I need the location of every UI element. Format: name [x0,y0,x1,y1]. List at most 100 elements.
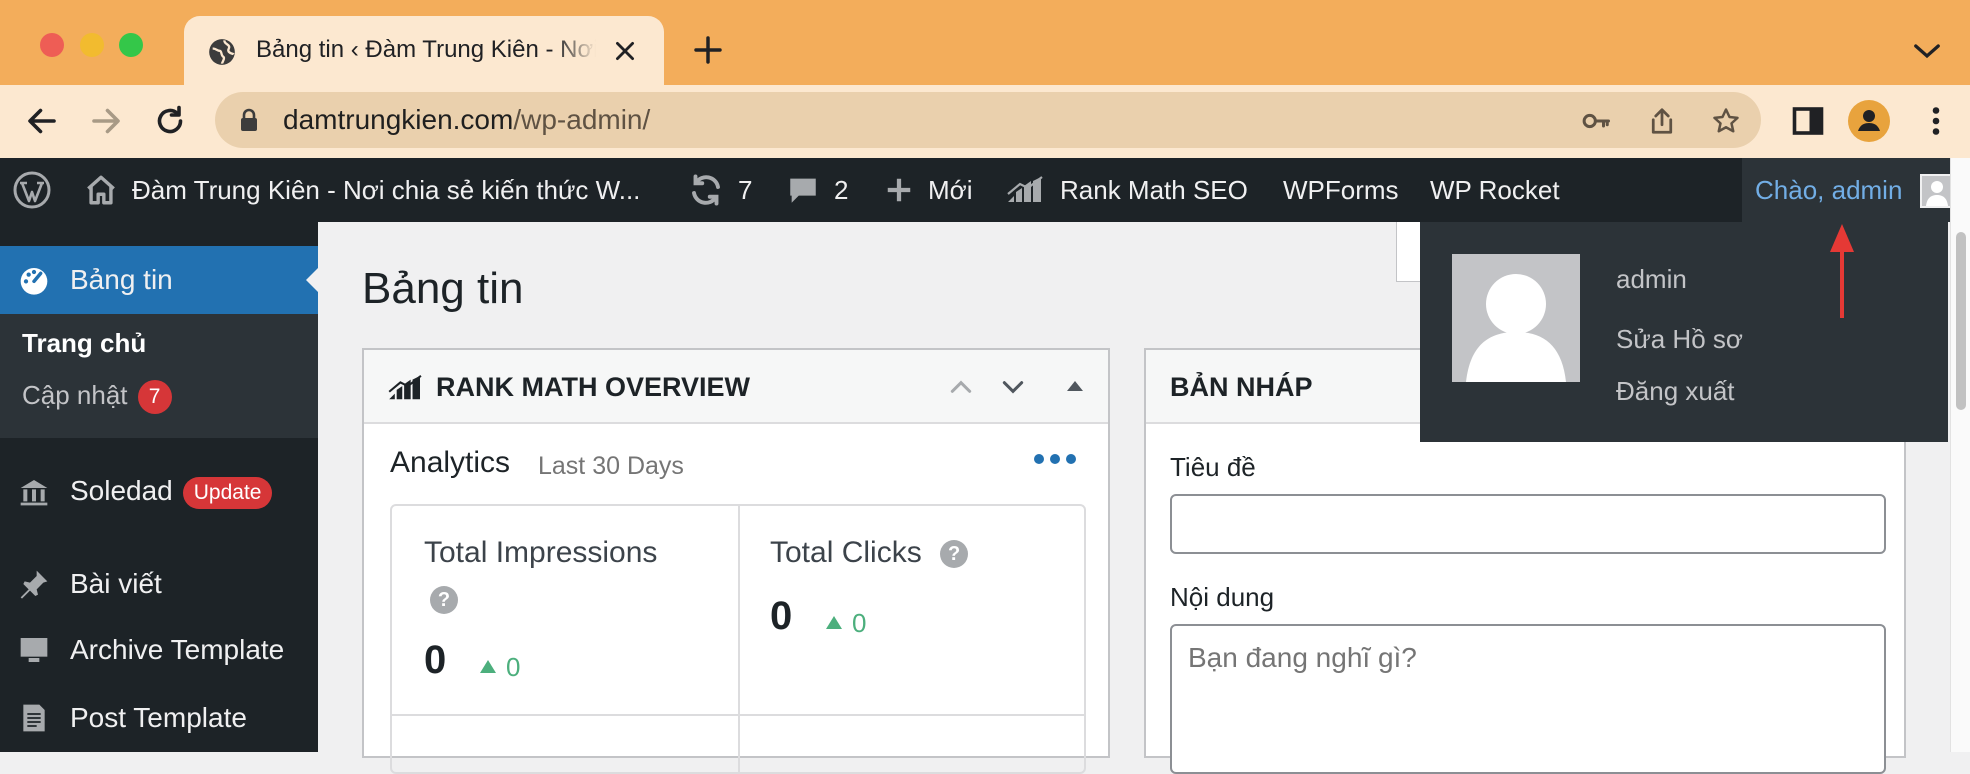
draft-title-input[interactable] [1170,494,1886,554]
new-tab-icon[interactable] [692,34,724,66]
window-zoom-control[interactable] [119,33,143,57]
rank-math-icon [1007,176,1043,202]
window-minimize-control[interactable] [80,33,104,57]
globe-icon [209,39,235,65]
document-icon [23,704,45,732]
wordpress-logo-icon [13,171,51,209]
collapse-toggle-icon[interactable] [1066,378,1084,394]
avatar-large [1452,254,1580,382]
site-name-menu[interactable]: Đàm Trung Kiên - Nơi chia sẻ kiến thức W… [84,158,640,222]
new-label: Mới [928,174,973,205]
draft-content-label: Nội dung [1170,582,1275,612]
new-content-menu[interactable]: Mới [884,158,972,222]
wpforms-label: WPForms [1283,174,1399,205]
soledad-label: Soledad [70,475,173,507]
submenu-label: Trang chủ [22,328,147,358]
sidebar-item-label: Archive Template [70,634,285,665]
scrollbar-thumb[interactable] [1956,232,1966,410]
help-icon[interactable]: ? [940,540,969,569]
comment-icon [790,178,816,203]
update-badge: Update [182,476,273,509]
site-name-label: Đàm Trung Kiên - Nơi chia sẻ kiến thức W… [132,174,641,205]
wp-rocket-label: WP Rocket [1430,174,1560,205]
dashboard-submenu: Trang chủ Cập nhật 7 [0,314,318,438]
submenu-item-home[interactable]: Trang chủ [22,328,146,359]
browser-tab-strip: Bảng tin ‹ Đàm Trung Kiên - Nơi chia sẻ … [0,0,1970,85]
sidebar-item-label: Bảng tin [70,264,173,295]
rank-math-icon [388,375,422,400]
sidebar-item-archive-template[interactable]: Archive Template [0,618,318,682]
move-down-icon[interactable] [998,374,1028,400]
home-icon [87,175,115,205]
tab-title: Bảng tin ‹ Đàm Trung Kiên - Nơi chia sẻ … [256,36,596,63]
widget-title: BẢN NHÁP [1170,372,1313,402]
default-avatar-icon [1466,274,1566,382]
url-host: damtrungkien.com [283,104,514,135]
logout-link[interactable]: Đăng xuất [1616,376,1735,407]
bookmark-star-icon[interactable] [1711,106,1741,136]
person-icon [1858,110,1880,131]
pushpin-icon [20,570,48,599]
account-dropdown-menu: admin Sửa Hồ sơ Đăng xuất [1420,222,1948,442]
annotation-arrow-icon [1830,224,1854,318]
rank-math-menu[interactable]: Rank Math SEO [1006,158,1248,222]
comments-menu[interactable]: 2 [786,158,848,222]
sidebar-item-label: Bài viết [70,568,162,599]
impressions-value: 0 [424,638,447,682]
browser-tab-active[interactable]: Bảng tin ‹ Đàm Trung Kiên - Nơi chia sẻ … [184,16,664,85]
url-path: /wp-admin/ [513,104,651,135]
stat-label-text: Total Impressions [424,536,658,569]
wpforms-menu[interactable]: WPForms [1283,158,1399,222]
impressions-stat-label: Total Impressions [424,536,657,570]
page-title: Bảng tin [362,264,524,313]
bank-icon [20,480,48,506]
account-username[interactable]: admin [1616,264,1687,295]
move-up-icon[interactable] [946,374,976,400]
plus-icon [887,178,911,202]
forward-arrow-icon[interactable] [88,103,124,139]
greeting-label: Chào, admin [1755,174,1903,205]
sidebar-panel-icon[interactable] [1790,103,1826,139]
sidebar-item-soledad[interactable]: Soledad Update [0,460,318,524]
admin-sidebar: Bảng tin Trang chủ Cập nhật 7 Soledad Upda… [0,222,318,752]
sidebar-item-label: Soledad Update [70,475,273,509]
key-icon[interactable] [1581,106,1611,136]
edit-profile-link[interactable]: Sửa Hồ sơ [1616,324,1743,355]
reload-icon[interactable] [152,103,188,139]
wp-admin-bar: Đàm Trung Kiên - Nơi chia sẻ kiến thức W… [0,158,1970,222]
share-icon[interactable] [1647,106,1677,136]
default-avatar-icon [1926,181,1948,206]
sidebar-item-post-template[interactable]: Post Template [0,686,318,750]
dashboard-icon [20,268,48,295]
back-arrow-icon[interactable] [24,103,60,139]
url-text[interactable]: damtrungkien.com/wp-admin/ [283,104,650,136]
sidebar-item-posts[interactable]: Bài viết [0,552,318,616]
updates-menu[interactable]: 7 [688,158,752,222]
chevron-down-icon[interactable] [1912,40,1942,62]
analytics-more-icon[interactable] [1034,454,1076,464]
my-account-menu[interactable]: Chào, admin [1742,158,1970,222]
lock-icon[interactable] [239,108,259,132]
tab-close-icon[interactable] [612,38,638,64]
sidebar-item-label: Post Template [70,702,247,733]
help-icon[interactable]: ? [430,586,458,614]
more-vert-icon[interactable] [1918,103,1954,139]
address-bar[interactable]: damtrungkien.com/wp-admin/ [215,92,1761,148]
analytics-heading: Analytics [390,446,511,479]
avatar-small [1920,174,1954,208]
comments-count: 2 [834,174,849,205]
wp-rocket-menu[interactable]: WP Rocket [1430,158,1560,222]
profile-avatar[interactable] [1848,100,1890,142]
updates-count: 7 [738,174,753,205]
page-scrollbar[interactable] [1950,158,1970,752]
widget-title: RANK MATH OVERVIEW [436,372,751,402]
window-close-control[interactable] [40,33,64,57]
monitor-icon [20,638,48,662]
stat-label-text: Total Clicks [770,536,922,569]
widget-header: RANK MATH OVERVIEW [364,350,1108,424]
wp-logo-menu[interactable] [12,158,66,222]
impressions-delta: 0 [480,652,520,683]
submenu-item-updates[interactable]: Cập nhật 7 [22,380,172,415]
sidebar-item-dashboard[interactable]: Bảng tin [0,246,318,314]
refresh-updates-icon [692,174,720,206]
